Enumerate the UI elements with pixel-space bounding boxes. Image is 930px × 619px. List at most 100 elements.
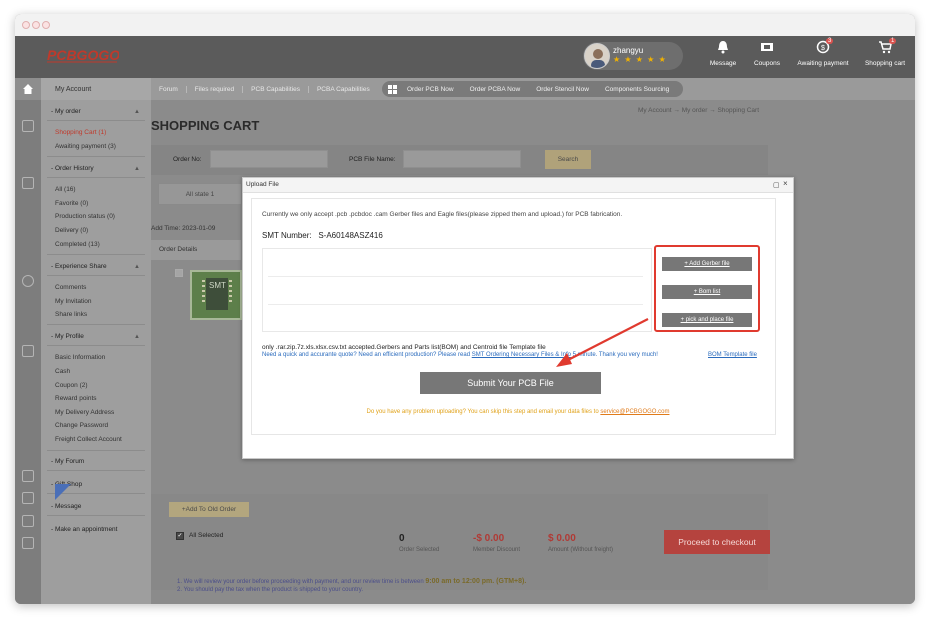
bom-list-button[interactable]: + Bom list xyxy=(662,285,752,299)
chevron-up-icon[interactable]: ▲ xyxy=(134,109,140,115)
add-to-old-order-button[interactable]: +Add To Old Order xyxy=(169,502,249,517)
search-button[interactable]: Search xyxy=(545,150,591,169)
dialog-title: Upload File xyxy=(246,181,279,188)
sidebar-item-change-password[interactable]: Change Password xyxy=(55,422,108,429)
divider xyxy=(47,275,145,276)
chevron-up-icon[interactable]: ▲ xyxy=(134,166,140,172)
user-profile[interactable]: zhangyu ★ ★ ★ ★ ★ xyxy=(583,42,683,70)
sidebar-item-reward-points[interactable]: Reward points xyxy=(55,395,97,402)
order-no-input[interactable] xyxy=(210,150,328,168)
forum-rail-icon[interactable] xyxy=(22,470,34,482)
awaiting-payment-link[interactable]: $ 3 Awaiting payment xyxy=(793,38,853,67)
sidebar-item-delivery-address[interactable]: My Delivery Address xyxy=(55,409,114,416)
sidebar-item-delivery[interactable]: Delivery (0) xyxy=(55,227,88,234)
sidebar-item-comments[interactable]: Comments xyxy=(55,284,86,291)
sidebar-my-profile[interactable]: - My Profile xyxy=(51,333,84,340)
svg-text:PCBGOGO: PCBGOGO xyxy=(47,47,119,63)
review-note-text: 1. We will review your order before proc… xyxy=(177,579,424,585)
proceed-to-checkout-button[interactable]: Proceed to checkout xyxy=(664,530,770,554)
icon-rail xyxy=(15,100,41,604)
minimize-dot[interactable] xyxy=(32,21,40,29)
nav-forum[interactable]: Forum xyxy=(151,85,187,93)
shopping-cart-link[interactable]: 1 Shopping cart xyxy=(855,38,915,67)
sidebar-item-my-invitation[interactable]: My Invitation xyxy=(55,298,92,305)
accept-info-text: Currently we only accept .pcb .pcbdoc .c… xyxy=(262,211,623,218)
upload-problem-message: Do you have any problem uploading? You c… xyxy=(366,409,599,415)
chevron-up-icon[interactable]: ▲ xyxy=(134,334,140,340)
amount-label: Amount (Without freight) xyxy=(548,547,614,553)
maximize-icon[interactable]: ▢ xyxy=(773,181,780,189)
pcb-thumbnail[interactable]: SMT xyxy=(190,270,242,320)
new-ribbon xyxy=(55,484,71,500)
pcb-file-name-input[interactable] xyxy=(403,150,521,168)
order-selected-label: Order Selected xyxy=(399,547,440,553)
sidebar-item-cash[interactable]: Cash xyxy=(55,368,70,375)
sidebar-item-awaiting-payment[interactable]: Awaiting payment (3) xyxy=(55,143,116,150)
order-details-header: Order Details xyxy=(151,240,241,260)
all-selected-label: All Selected xyxy=(189,532,224,539)
nav-files-required[interactable]: Files required xyxy=(187,85,244,93)
home-button[interactable] xyxy=(15,78,41,100)
close-icon[interactable]: × xyxy=(783,179,788,188)
sidebar-my-forum[interactable]: - My Forum xyxy=(51,458,84,465)
svg-text:$: $ xyxy=(821,45,825,52)
pick-and-place-file-button[interactable]: + pick and place file xyxy=(662,313,752,327)
smt-ordering-files-link[interactable]: SMT Ordering Necessary Files & Info xyxy=(472,352,571,358)
sidebar-item-basic-information[interactable]: Basic Information xyxy=(55,354,105,361)
sidebar-item-all[interactable]: All (16) xyxy=(55,186,76,193)
add-gerber-file-button[interactable]: + Add Gerber file xyxy=(662,257,752,271)
tab-all-state[interactable]: All state 1 xyxy=(158,183,242,205)
close-dot[interactable] xyxy=(22,21,30,29)
sidebar-order-history[interactable]: - Order History xyxy=(51,165,94,172)
all-selected-checkbox[interactable]: ✓ xyxy=(176,532,184,540)
nav-components-sourcing[interactable]: Components Sourcing xyxy=(597,86,677,93)
sidebar-item-completed[interactable]: Completed (13) xyxy=(55,241,100,248)
nav-order-pcb[interactable]: Order PCB Now xyxy=(399,86,462,93)
breadcrumb: My Account → My order → Shopping Cart xyxy=(638,107,760,114)
sidebar-appointment[interactable]: - Make an appointment xyxy=(51,526,117,533)
quote-help-text: Need a quick and accurante quote? Need a… xyxy=(262,352,658,358)
nav-order-stencil[interactable]: Order Stencil Now xyxy=(528,86,597,93)
nav-pcb-capabilities[interactable]: PCB Capabilities xyxy=(243,85,309,93)
sidebar-experience-share[interactable]: - Experience Share xyxy=(51,263,107,270)
history-rail-icon[interactable] xyxy=(22,177,34,189)
smt-number-label: SMT Number: xyxy=(262,231,312,240)
sidebar-message[interactable]: - Message xyxy=(51,503,81,510)
member-discount-label: Member Discount xyxy=(473,547,521,553)
gift-rail-icon[interactable] xyxy=(22,492,34,504)
coupons-link[interactable]: Coupons xyxy=(737,40,797,67)
share-rail-icon[interactable] xyxy=(22,275,34,287)
sidebar-item-production-status[interactable]: Production status (0) xyxy=(55,213,115,220)
profile-rail-icon[interactable] xyxy=(22,345,34,357)
divider xyxy=(47,254,145,255)
sidebar-my-order[interactable]: - My order xyxy=(51,108,81,115)
window-titlebar xyxy=(15,14,915,36)
sidebar-item-favorite[interactable]: Favorite (0) xyxy=(55,200,88,207)
message-rail-icon[interactable] xyxy=(22,515,34,527)
cart-rail-icon[interactable] xyxy=(22,120,34,132)
bom-template-link[interactable]: BOM Template file xyxy=(708,352,757,358)
nav-pcba-capabilities[interactable]: PCBA Capabilities xyxy=(309,86,378,93)
chevron-up-icon[interactable]: ▲ xyxy=(134,264,140,270)
appointment-rail-icon[interactable] xyxy=(22,537,34,549)
pcb-file-name-label: PCB File Name: xyxy=(349,156,396,163)
awaiting-payment-label: Awaiting payment xyxy=(797,60,849,67)
divider xyxy=(268,304,643,305)
zoom-dot[interactable] xyxy=(42,21,50,29)
cart-badge: 1 xyxy=(889,38,897,44)
sidebar-item-freight-collect[interactable]: Freight Collect Account xyxy=(55,436,122,443)
shopping-cart-label: Shopping cart xyxy=(864,60,906,67)
nav-order-pcba[interactable]: Order PCBA Now xyxy=(462,86,529,93)
service-email-link[interactable]: service@PCBGOGO.com xyxy=(600,409,669,415)
my-account-link[interactable]: My Account xyxy=(41,78,151,100)
sidebar-item-coupon[interactable]: Coupon (2) xyxy=(55,382,88,389)
order-checkbox[interactable] xyxy=(175,269,183,277)
review-note: 1. We will review your order before proc… xyxy=(177,578,526,585)
sidebar-item-shopping-cart[interactable]: Shopping Cart (1) xyxy=(55,129,106,136)
upload-problem-text: Do you have any problem uploading? You c… xyxy=(243,409,793,415)
divider xyxy=(47,177,145,178)
smt-number: SMT Number: S-A60148ASZ416 xyxy=(262,231,383,240)
pcbgogo-logo[interactable]: PCBGOGO xyxy=(45,46,119,64)
sidebar-item-share-links[interactable]: Share links xyxy=(55,311,87,318)
submit-pcb-file-button[interactable]: Submit Your PCB File xyxy=(420,372,601,394)
